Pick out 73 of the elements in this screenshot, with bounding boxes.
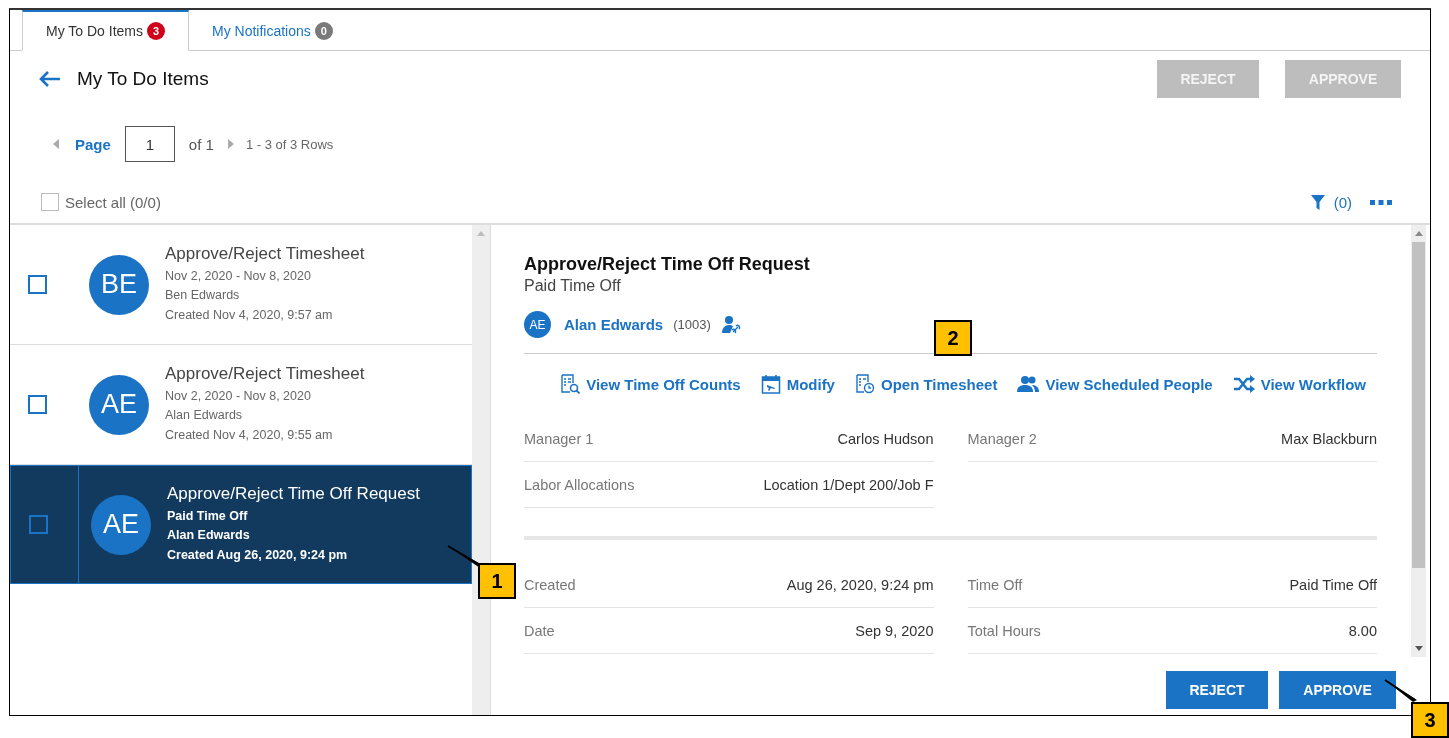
callout-marker: 1 bbox=[478, 563, 516, 599]
avatar: AE bbox=[91, 494, 151, 555]
calendar-plane-icon bbox=[760, 374, 781, 394]
field-label: Labor Allocations bbox=[524, 476, 635, 493]
more-icon[interactable] bbox=[1370, 199, 1392, 205]
field-label: Manager 1 bbox=[524, 430, 594, 447]
item-title: Approve/Reject Time Off Request bbox=[167, 483, 420, 504]
callout-marker: 2 bbox=[934, 320, 972, 356]
filter-icon[interactable] bbox=[1310, 194, 1325, 210]
todo-item[interactable]: BE Approve/Reject Timesheet Nov 2, 2020 - Nov 8, 2020 Ben Edwards Created Nov 4, 2020, 9:57 am bbox=[10, 225, 472, 345]
field-value: Aug 26, 2020, 9:24 pm bbox=[786, 576, 934, 593]
filter-count[interactable]: (0) bbox=[1333, 193, 1352, 211]
item-title: Approve/Reject Timesheet bbox=[165, 243, 365, 264]
field-value: 8.00 bbox=[1348, 622, 1377, 639]
row-count: 1 - 3 of 3 Rows bbox=[245, 136, 334, 152]
people-icon bbox=[1017, 375, 1040, 393]
avatar: BE bbox=[89, 254, 149, 315]
item-detail: Created Nov 4, 2020, 9:57 am bbox=[165, 306, 334, 324]
item-detail: Nov 2, 2020 - Nov 8, 2020 bbox=[165, 387, 312, 405]
select-all-label: Select all (0/0) bbox=[65, 193, 161, 211]
sheet-clock-icon bbox=[854, 374, 875, 394]
page-label: Page bbox=[75, 135, 111, 153]
field-label: Date bbox=[524, 622, 555, 639]
field-label: Created bbox=[524, 576, 576, 593]
shuffle-icon bbox=[1232, 375, 1255, 393]
request-type: Paid Time Off bbox=[524, 277, 622, 295]
field-value: Location 1/Dept 200/Job F bbox=[763, 476, 934, 493]
field-value: Carlos Hudson bbox=[837, 430, 934, 447]
action-link[interactable]: View Workflow bbox=[1232, 374, 1366, 394]
page-field[interactable]: 1 bbox=[124, 126, 175, 162]
avatar: AE bbox=[89, 374, 149, 435]
employee-id: (1003) bbox=[673, 317, 711, 332]
page-title: My To Do Items bbox=[77, 68, 209, 90]
request-title: Approve/Reject Time Off Request bbox=[524, 254, 811, 275]
count-badge: 0 bbox=[314, 21, 333, 40]
item-detail: Paid Time Off bbox=[167, 507, 249, 525]
todo-item[interactable]: AE Approve/Reject Time Off Request Paid Time Off Alan Edwards Created Aug 26, 2020, 9:24 pm bbox=[10, 465, 472, 584]
list-search-icon bbox=[560, 374, 581, 394]
action-button[interactable]: APPROVE bbox=[1279, 671, 1396, 709]
page-count: of 1 bbox=[188, 135, 214, 153]
item-detail: Alan Edwards bbox=[165, 407, 244, 425]
field-label: Manager 2 bbox=[967, 430, 1037, 447]
item-detail: Created Nov 4, 2020, 9:55 am bbox=[165, 426, 334, 444]
person-link-icon[interactable] bbox=[720, 314, 741, 335]
item-checkbox[interactable] bbox=[28, 395, 47, 414]
employee-link[interactable]: Alan Edwards bbox=[564, 316, 664, 333]
scroll-up-icon[interactable] bbox=[1414, 231, 1423, 236]
tab[interactable]: My Notifications 0 bbox=[189, 10, 356, 51]
action-link[interactable]: Open Timesheet bbox=[854, 374, 998, 394]
field-label: Total Hours bbox=[967, 622, 1041, 639]
action-link[interactable]: View Time Off Counts bbox=[560, 374, 741, 394]
tab[interactable]: My To Do Items 3 bbox=[22, 10, 189, 51]
item-detail: Nov 2, 2020 - Nov 8, 2020 bbox=[165, 267, 312, 285]
field-value: Paid Time Off bbox=[1289, 576, 1377, 593]
item-detail: Ben Edwards bbox=[165, 287, 241, 305]
avatar: AE bbox=[524, 311, 551, 338]
item-title: Approve/Reject Timesheet bbox=[165, 363, 365, 384]
item-detail: Created Aug 26, 2020, 9:24 pm bbox=[167, 546, 349, 564]
back-arrow-icon[interactable] bbox=[39, 71, 61, 87]
scroll-down-icon[interactable] bbox=[1414, 646, 1423, 651]
callout-marker: 3 bbox=[1411, 702, 1449, 738]
field-value: Max Blackburn bbox=[1281, 430, 1377, 447]
action-button[interactable]: REJECT bbox=[1166, 671, 1268, 709]
scrollbar-thumb[interactable] bbox=[1412, 242, 1425, 568]
field-value: Sep 9, 2020 bbox=[855, 622, 934, 639]
item-checkbox[interactable] bbox=[28, 275, 47, 294]
item-checkbox[interactable] bbox=[29, 515, 48, 534]
action-link[interactable]: View Scheduled People bbox=[1017, 374, 1213, 394]
item-detail: Alan Edwards bbox=[167, 527, 251, 545]
action-link[interactable]: Modify bbox=[760, 374, 835, 394]
count-badge: 3 bbox=[147, 22, 165, 40]
select-all-checkbox[interactable] bbox=[41, 193, 59, 211]
field-label: Time Off bbox=[967, 576, 1023, 593]
